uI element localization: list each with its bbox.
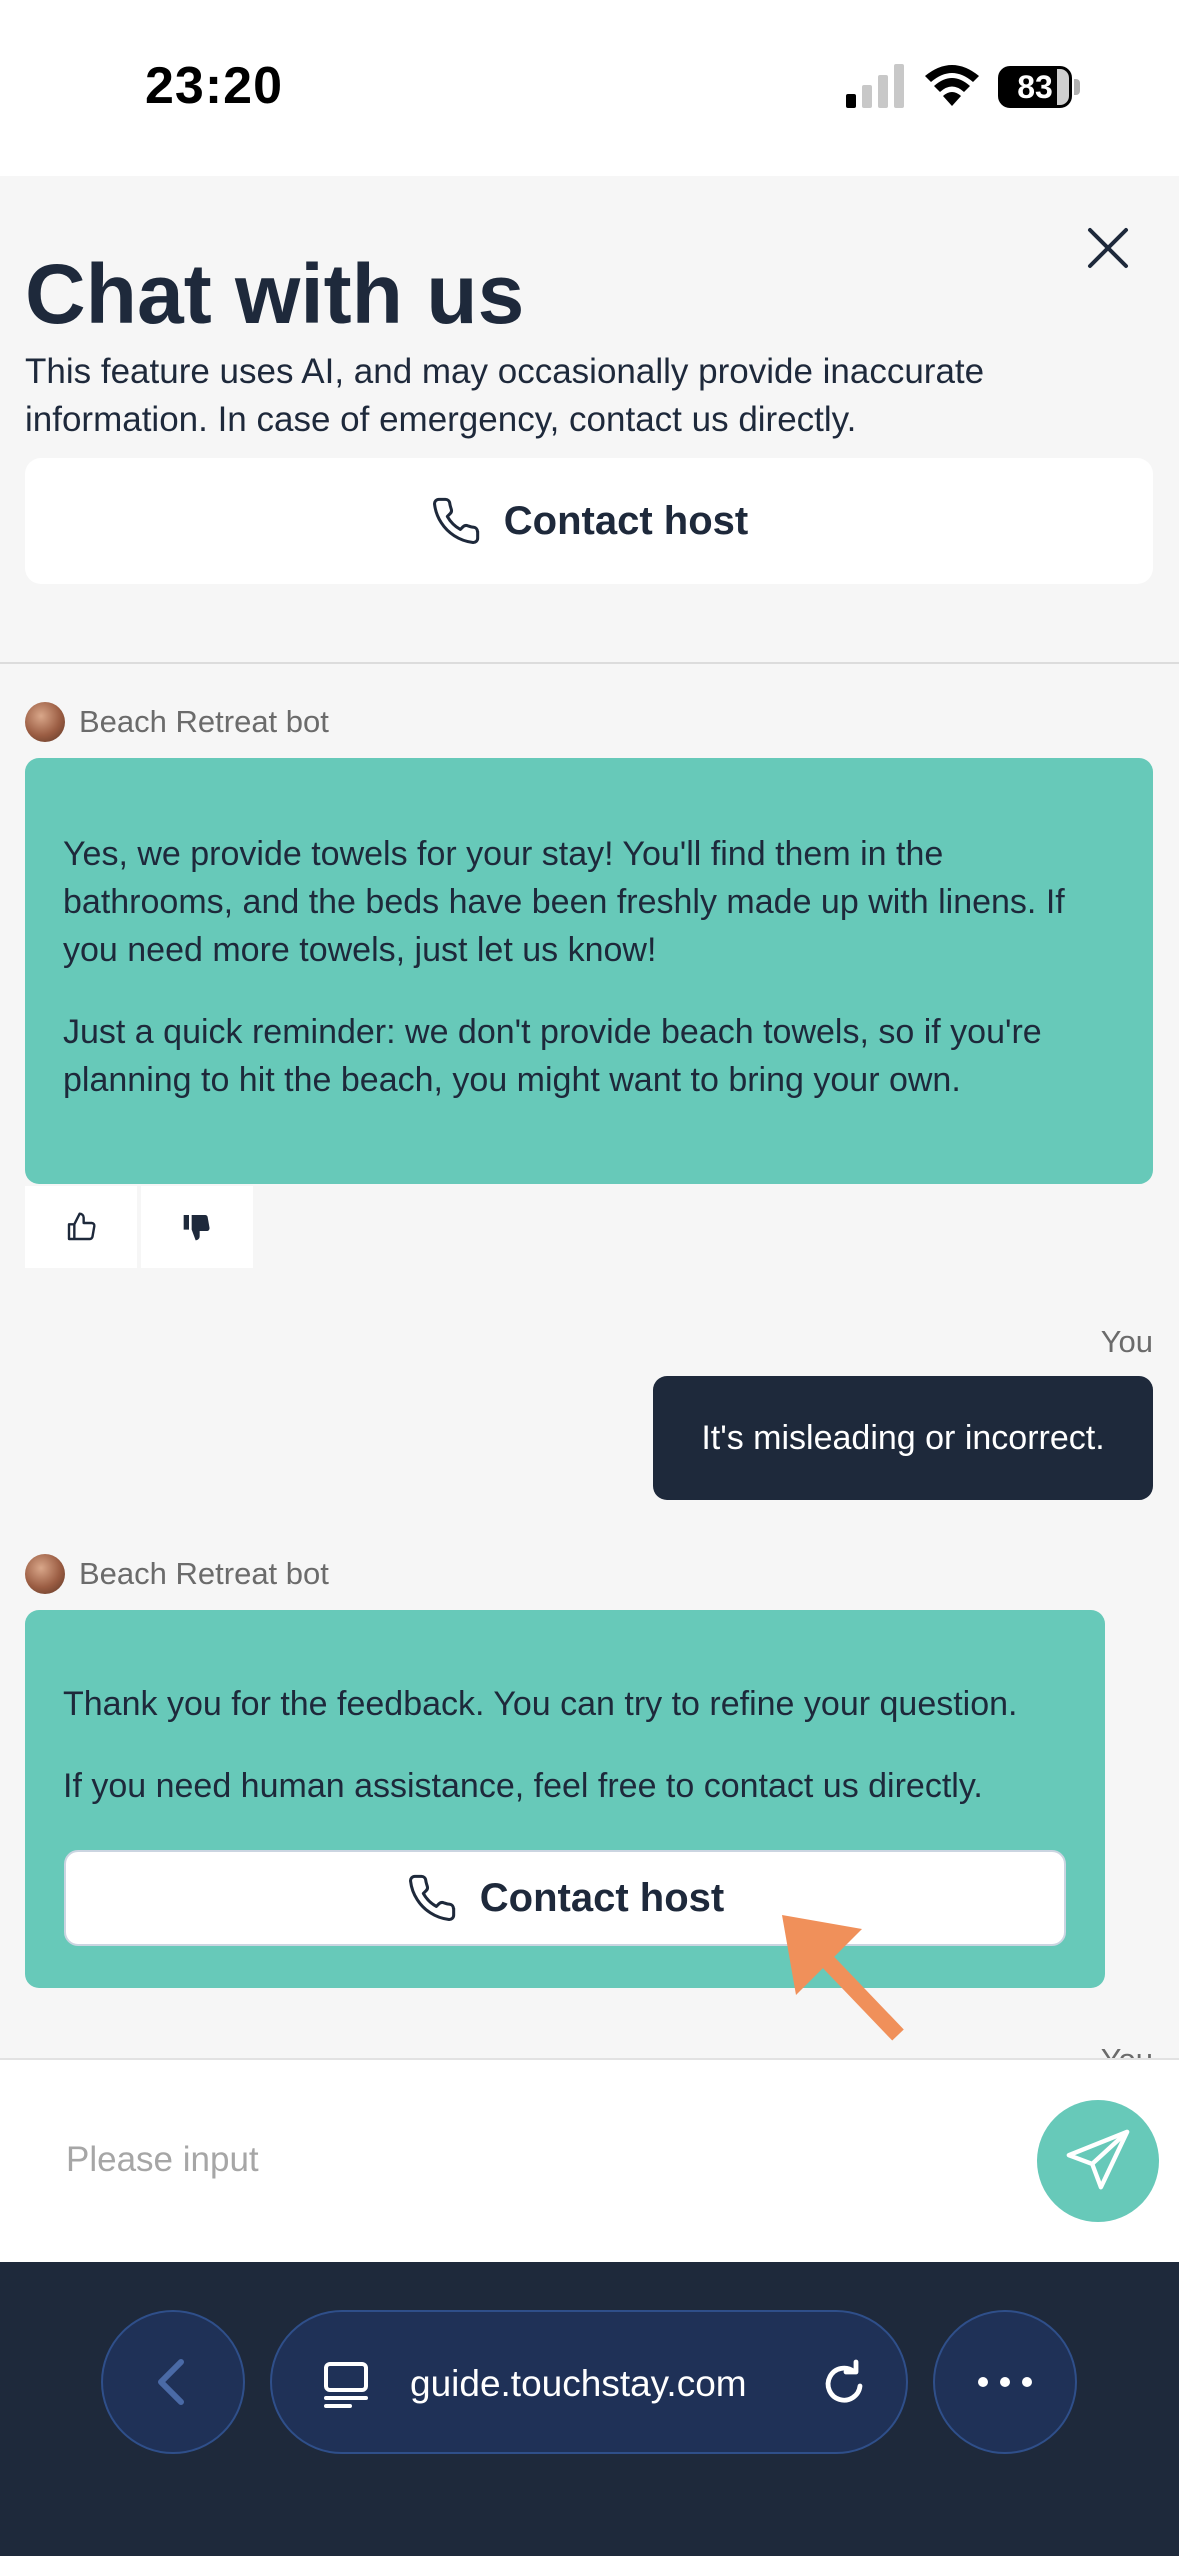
phone-icon [408,1874,455,1921]
page-menu-icon [324,2362,368,2408]
send-icon [1066,2129,1130,2190]
bot-sender-row: Beach Retreat bot [25,702,329,742]
you-label: You [1100,1324,1153,1359]
bot-avatar [25,702,65,742]
chevron-left-icon [158,2359,184,2405]
contact-host-label: Contact host [503,498,749,543]
page-title: Chat with us [25,247,525,341]
message-input-bar [0,2058,1179,2262]
bot-name: Beach Retreat bot [79,1556,329,1591]
more-button[interactable] [933,2310,1077,2454]
chat-messages[interactable]: Beach Retreat bot Yes, we provide towels… [0,666,1179,2058]
browser-toolbar: guide.touchstay.com [0,2262,1179,2556]
battery-indicator: 83 [998,66,1080,108]
back-button[interactable] [101,2310,245,2454]
more-dots-icon [978,2377,1032,2387]
contact-host-button[interactable]: Contact host [64,1850,1066,1946]
ai-disclaimer: This feature uses AI, and may occasional… [25,352,985,439]
thumbs-up-button[interactable] [25,1186,137,1268]
thumbs-up-icon [67,1212,96,1241]
send-button[interactable] [1037,2100,1159,2222]
message-input[interactable] [40,2110,1000,2210]
address-bar[interactable]: guide.touchstay.com [270,2310,908,2454]
thumbs-down-button[interactable] [141,1186,253,1268]
reload-icon[interactable] [816,2356,872,2412]
phone-icon [432,497,479,544]
cellular-signal-icon [846,64,904,108]
contact-host-button[interactable]: Contact host [25,458,1153,584]
bot-avatar [25,1554,65,1594]
chat-header: Chat with us This feature uses AI, and m… [0,176,1179,664]
message-paragraph: Yes, we provide towels for your stay! Yo… [63,835,1065,969]
bot-message-bubble: Thank you for the feedback. You can try … [25,1610,1105,1988]
url-text: guide.touchstay.com [410,2363,747,2404]
you-label-partial: You [1101,2042,1153,2058]
user-message-text: It's misleading or incorrect. [701,1418,1105,1457]
wifi-icon [925,65,979,106]
bot-sender-row: Beach Retreat bot [25,1554,329,1594]
message-paragraph: If you need human assistance, feel free … [63,1767,983,1805]
bot-message-bubble: Yes, we provide towels for your stay! Yo… [25,758,1153,1184]
status-time: 23:20 [145,57,283,115]
message-paragraph: Just a quick reminder: we don't provide … [63,1013,1042,1099]
battery-percent: 83 [1017,69,1053,105]
status-bar: 23:20 83 [0,0,1179,176]
close-icon[interactable] [1078,218,1138,278]
user-message-bubble: It's misleading or incorrect. [653,1376,1153,1500]
feedback-buttons [25,1186,253,1268]
message-paragraph: Thank you for the feedback. You can try … [63,1685,1018,1723]
thumbs-down-icon [183,1214,210,1241]
bot-name: Beach Retreat bot [79,704,329,739]
contact-host-label: Contact host [479,1876,725,1920]
